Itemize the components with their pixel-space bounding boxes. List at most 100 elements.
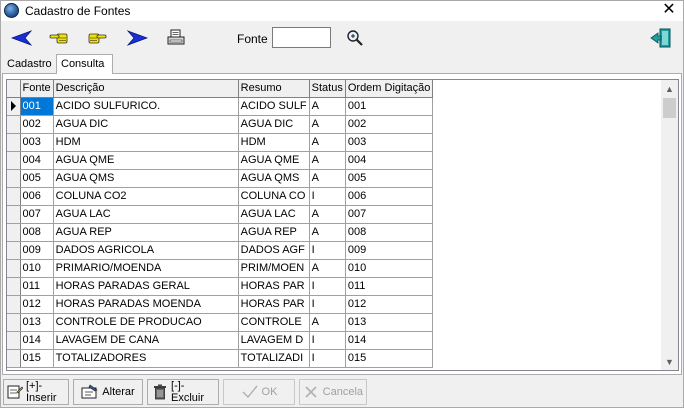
cell-status[interactable]: A (309, 223, 346, 242)
scroll-down-icon[interactable]: ▼ (661, 353, 678, 370)
cell-resumo[interactable]: AGUA QMS (238, 169, 310, 188)
cell-fonte[interactable]: 010 (20, 259, 54, 278)
cell-status[interactable]: A (309, 115, 346, 134)
cell-ordem-digitacao[interactable]: 002 (345, 115, 434, 134)
cell-resumo[interactable]: HORAS PAR (238, 277, 310, 296)
cell-fonte[interactable]: 011 (20, 277, 54, 296)
cell-status[interactable]: A (309, 133, 346, 152)
row-indicator[interactable] (7, 241, 21, 260)
cell-fonte[interactable]: 009 (20, 241, 54, 260)
last-record-button[interactable] (125, 26, 149, 50)
search-button[interactable] (343, 26, 367, 50)
cell-ordem-digitacao[interactable]: 010 (345, 259, 434, 278)
scroll-up-icon[interactable]: ▲ (661, 80, 678, 97)
cell-ordem-digitacao[interactable]: 004 (345, 151, 434, 170)
ok-button[interactable]: OK (223, 379, 295, 405)
cell-status[interactable]: A (309, 313, 346, 332)
row-indicator[interactable] (7, 223, 21, 242)
cell-ordem-digitacao[interactable]: 012 (345, 295, 434, 314)
cell-status[interactable]: A (309, 151, 346, 170)
cell-descricao[interactable]: COLUNA CO2 (53, 187, 239, 206)
cell-resumo[interactable]: HORAS PAR (238, 295, 310, 314)
table-row[interactable]: 010 PRIMARIO/MOENDA PRIM/MOEN A 010 (7, 259, 434, 278)
cell-resumo[interactable]: PRIM/MOEN (238, 259, 310, 278)
inserir-button[interactable]: [+]-Inserir (3, 379, 69, 405)
cell-fonte[interactable]: 005 (20, 169, 54, 188)
table-row[interactable]: 009 DADOS AGRICOLA DADOS AGF I 009 (7, 241, 434, 260)
table-row[interactable]: 014 LAVAGEM DE CANA LAVAGEM D I 014 (7, 331, 434, 350)
column-header-descricao[interactable]: Descrição (53, 80, 239, 98)
row-indicator[interactable] (7, 259, 21, 278)
fonte-input[interactable] (272, 27, 331, 48)
cell-resumo[interactable]: DADOS AGF (238, 241, 310, 260)
cell-descricao[interactable]: AGUA DIC (53, 115, 239, 134)
cell-resumo[interactable]: AGUA LAC (238, 205, 310, 224)
cell-ordem-digitacao[interactable]: 005 (345, 169, 434, 188)
row-indicator[interactable] (7, 169, 21, 188)
cell-resumo[interactable]: TOTALIZADI (238, 349, 310, 368)
cell-descricao[interactable]: LAVAGEM DE CANA (53, 331, 239, 350)
row-indicator[interactable] (7, 205, 21, 224)
next-record-button[interactable] (85, 26, 109, 50)
cell-status[interactable]: I (309, 277, 346, 296)
cell-fonte[interactable]: 002 (20, 115, 54, 134)
cell-descricao[interactable]: DADOS AGRICOLA (53, 241, 239, 260)
row-indicator[interactable] (7, 295, 21, 314)
cell-descricao[interactable]: HDM (53, 133, 239, 152)
cell-fonte[interactable]: 012 (20, 295, 54, 314)
cell-ordem-digitacao[interactable]: 013 (345, 313, 434, 332)
cell-resumo[interactable]: AGUA QME (238, 151, 310, 170)
row-indicator[interactable] (7, 313, 21, 332)
cell-descricao[interactable]: PRIMARIO/MOENDA (53, 259, 239, 278)
row-indicator[interactable] (7, 97, 21, 116)
row-indicator[interactable] (7, 133, 21, 152)
cell-fonte[interactable]: 004 (20, 151, 54, 170)
tab-consulta[interactable]: Consulta (56, 54, 113, 74)
cell-ordem-digitacao[interactable]: 014 (345, 331, 434, 350)
cell-status[interactable]: A (309, 97, 346, 116)
row-indicator[interactable] (7, 115, 21, 134)
cell-status[interactable]: I (309, 241, 346, 260)
cell-descricao[interactable]: AGUA QMS (53, 169, 239, 188)
table-row[interactable]: 006 COLUNA CO2 COLUNA CO I 006 (7, 187, 434, 206)
fontes-grid[interactable]: Fonte Descrição Resumo Status Ordem Digi… (6, 79, 679, 371)
table-row[interactable]: 015 TOTALIZADORES TOTALIZADI I 015 (7, 349, 434, 368)
cell-descricao[interactable]: ACIDO SULFURICO. (53, 97, 239, 116)
cell-fonte[interactable]: 014 (20, 331, 54, 350)
tab-cadastro[interactable]: Cadastro (3, 56, 55, 73)
column-header-resumo[interactable]: Resumo (238, 80, 310, 98)
row-indicator[interactable] (7, 187, 21, 206)
row-indicator[interactable] (7, 151, 21, 170)
close-button[interactable]: ✕ (661, 1, 677, 19)
scroll-thumb[interactable] (663, 98, 676, 118)
table-row[interactable]: 001 ACIDO SULFURICO. ACIDO SULF A 001 (7, 97, 434, 116)
table-row[interactable]: 002 AGUA DIC AGUA DIC A 002 (7, 115, 434, 134)
table-row[interactable]: 013 CONTROLE DE PRODUCAO CONTROLE A 013 (7, 313, 434, 332)
table-row[interactable]: 003 HDM HDM A 003 (7, 133, 434, 152)
cell-descricao[interactable]: AGUA LAC (53, 205, 239, 224)
cell-descricao[interactable]: HORAS PARADAS GERAL (53, 277, 239, 296)
cell-descricao[interactable]: HORAS PARADAS MOENDA (53, 295, 239, 314)
cell-resumo[interactable]: AGUA REP (238, 223, 310, 242)
table-row[interactable]: 011 HORAS PARADAS GERAL HORAS PAR I 011 (7, 277, 434, 296)
table-row[interactable]: 005 AGUA QMS AGUA QMS A 005 (7, 169, 434, 188)
table-row[interactable]: 007 AGUA LAC AGUA LAC A 007 (7, 205, 434, 224)
exit-button[interactable] (649, 26, 673, 50)
cell-ordem-digitacao[interactable]: 011 (345, 277, 434, 296)
cancela-button[interactable]: Cancela (299, 379, 367, 405)
cell-status[interactable]: A (309, 205, 346, 224)
cell-status[interactable]: A (309, 169, 346, 188)
table-row[interactable]: 008 AGUA REP AGUA REP A 008 (7, 223, 434, 242)
excluir-button[interactable]: [-]-Excluir (147, 379, 219, 405)
cell-fonte[interactable]: 015 (20, 349, 54, 368)
cell-descricao[interactable]: TOTALIZADORES (53, 349, 239, 368)
column-header-ordem-digitacao[interactable]: Ordem Digitação (345, 80, 434, 98)
cell-ordem-digitacao[interactable]: 009 (345, 241, 434, 260)
cell-status[interactable]: I (309, 349, 346, 368)
cell-fonte[interactable]: 008 (20, 223, 54, 242)
cell-descricao[interactable]: AGUA REP (53, 223, 239, 242)
cell-resumo[interactable]: COLUNA CO (238, 187, 310, 206)
cell-resumo[interactable]: HDM (238, 133, 310, 152)
cell-ordem-digitacao[interactable]: 006 (345, 187, 434, 206)
cell-fonte[interactable]: 006 (20, 187, 54, 206)
